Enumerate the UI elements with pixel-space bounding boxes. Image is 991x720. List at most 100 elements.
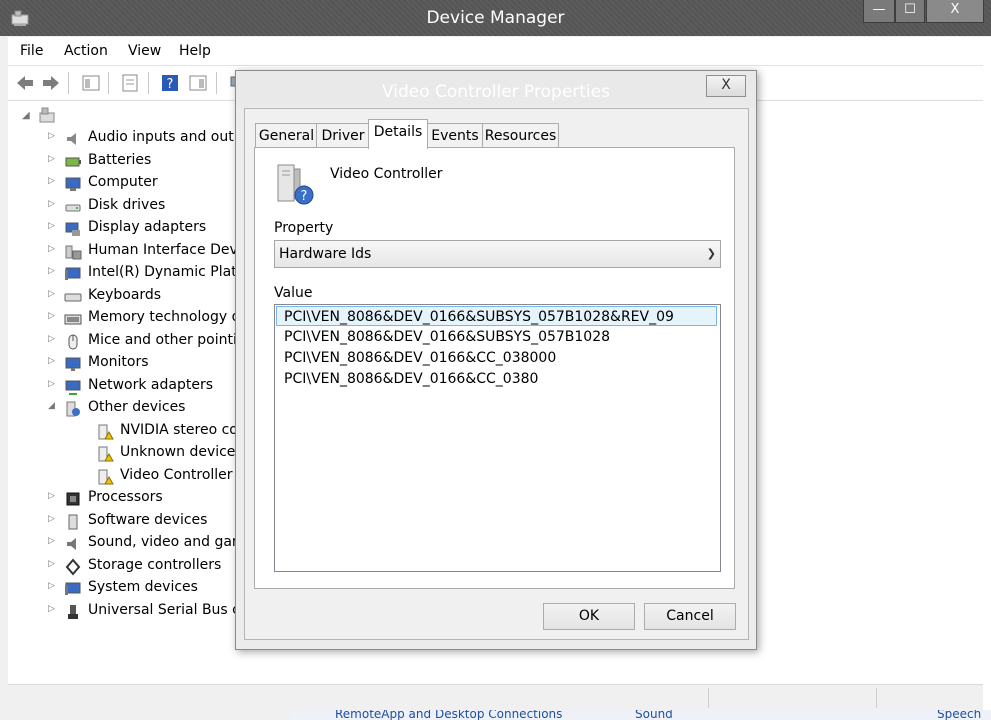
tree-item-display-adapters[interactable]: ▷ Display adapters xyxy=(48,218,249,240)
expand-icon[interactable]: ▷ xyxy=(48,311,58,321)
expand-icon[interactable]: ▷ xyxy=(48,514,58,524)
background-item[interactable]: Speech R xyxy=(937,710,991,720)
tree-item-intel-r-dynamic-platform[interactable]: ▷ Intel(R) Dynamic Platform xyxy=(48,263,249,285)
tree-item-label: Display adapters xyxy=(88,219,207,235)
usb-icon xyxy=(68,604,78,619)
cancel-button[interactable]: Cancel xyxy=(644,603,736,630)
close-button[interactable]: X xyxy=(926,0,984,23)
dialog-title-bar[interactable]: Video Controller Properties X xyxy=(236,71,756,107)
ok-button[interactable]: OK xyxy=(543,603,635,630)
dialog-title: Video Controller Properties xyxy=(382,82,610,102)
maximize-button[interactable]: ☐ xyxy=(895,0,925,23)
tree-item-system-devices[interactable]: ▷ System devices xyxy=(48,578,249,600)
expand-icon[interactable]: ▷ xyxy=(48,559,58,569)
value-row[interactable]: PCI\VEN_8086&DEV_0166&CC_038000 xyxy=(276,348,717,368)
forward-arrow-icon[interactable] xyxy=(40,72,62,94)
expand-icon[interactable]: ▷ xyxy=(48,536,58,546)
expand-icon[interactable]: ▷ xyxy=(48,266,58,276)
tree-item-nvidia-stereo-controller[interactable]: NVIDIA stereo controller xyxy=(72,421,249,443)
status-divider xyxy=(876,688,877,708)
back-arrow-icon[interactable] xyxy=(14,72,36,94)
expand-icon[interactable]: ▷ xyxy=(48,356,58,366)
value-row[interactable]: PCI\VEN_8086&DEV_0166&SUBSYS_057B1028 xyxy=(276,327,717,347)
tree-item-label: Universal Serial Bus controllers xyxy=(88,601,249,618)
expand-icon[interactable]: ▷ xyxy=(48,131,58,141)
tab-events[interactable]: Events xyxy=(426,123,484,148)
tree-item-keyboards[interactable]: ▷ Keyboards xyxy=(48,286,249,308)
expand-icon[interactable]: ▷ xyxy=(48,199,58,209)
tree-item-storage-controllers[interactable]: ▷ Storage controllers xyxy=(48,556,249,578)
tab-general[interactable]: General xyxy=(255,123,318,148)
toolbar-separator xyxy=(68,72,69,94)
tree-item-disk-drives[interactable]: ▷ Disk drives xyxy=(48,196,249,218)
value-listbox[interactable]: PCI\VEN_8086&DEV_0166&SUBSYS_057B1028&RE… xyxy=(274,304,721,572)
tab-resources[interactable]: Resources xyxy=(482,123,559,148)
tree-item-label: Memory technology devices xyxy=(88,309,249,325)
tree-item-other-devices[interactable]: ◢ Other devices xyxy=(48,398,249,420)
expand-icon[interactable]: ▷ xyxy=(48,604,58,614)
background-item[interactable]: Sound xyxy=(635,710,673,720)
expand-icon[interactable]: ▷ xyxy=(48,176,58,186)
window-title: Device Manager xyxy=(426,8,565,28)
dialog-close-button[interactable]: X xyxy=(706,75,746,97)
expand-icon[interactable]: ▷ xyxy=(48,379,58,389)
tree-item-computer[interactable]: ▷ Computer xyxy=(48,173,249,195)
tree-item-universal-serial-bus-controllers[interactable]: ▷ Universal Serial Bus controllers xyxy=(48,601,249,623)
tree-item-label: Storage controllers xyxy=(88,556,222,573)
menu-file[interactable]: File xyxy=(20,43,43,59)
tab-details[interactable]: Details xyxy=(368,119,428,149)
tree-item-processors[interactable]: ▷ Processors xyxy=(48,488,249,510)
expand-icon[interactable]: ▷ xyxy=(48,221,58,231)
menu-view[interactable]: View xyxy=(128,43,161,59)
toolbar-separator xyxy=(148,72,149,94)
help-icon[interactable]: ? xyxy=(159,72,181,94)
value-row[interactable]: PCI\VEN_8086&DEV_0166&SUBSYS_057B1028&RE… xyxy=(276,306,717,326)
tree-item-label: Video Controller xyxy=(120,466,233,483)
tree-item-label: Processors xyxy=(88,489,163,505)
show-hide-tree-icon[interactable] xyxy=(80,72,102,94)
tree-item-monitors[interactable]: ▷ Monitors xyxy=(48,353,249,375)
tree-item-audio-inputs-and-outputs[interactable]: ▷ Audio inputs and outputs xyxy=(48,128,249,150)
expand-icon[interactable]: ▷ xyxy=(48,581,58,591)
expand-icon[interactable]: ▷ xyxy=(48,491,58,501)
speaker-icon xyxy=(67,133,76,145)
tree-item-software-devices[interactable]: ▷ Software devices xyxy=(48,511,249,533)
display-adapter-icon xyxy=(65,222,80,236)
svg-text:?: ? xyxy=(167,77,174,92)
title-bar[interactable]: Device Manager — ☐ X xyxy=(0,0,991,36)
tree-item-unknown-device[interactable]: Unknown device xyxy=(72,443,249,465)
expand-icon[interactable]: ▷ xyxy=(48,244,58,254)
menu-action[interactable]: Action xyxy=(64,43,108,59)
value-row[interactable]: PCI\VEN_8086&DEV_0166&CC_0380 xyxy=(276,369,717,389)
properties-icon[interactable] xyxy=(119,72,141,94)
menu-help[interactable]: Help xyxy=(179,43,211,59)
expand-icon[interactable]: ▷ xyxy=(48,154,58,164)
tree-item-sound-video-and-game-controllers[interactable]: ▷ Sound, video and game controllers xyxy=(48,533,249,555)
warning-device-icon xyxy=(98,424,114,439)
tree-item-network-adapters[interactable]: ▷ Network adapters xyxy=(48,376,249,398)
expand-icon[interactable]: ▷ xyxy=(48,334,58,344)
computer-root-icon xyxy=(39,107,55,123)
minimize-button[interactable]: — xyxy=(863,0,895,23)
tree-item-human-interface-devices[interactable]: ▷ Human Interface Devices xyxy=(48,241,249,263)
tree-item-mice-and-other-pointing-devices[interactable]: ▷ Mice and other pointing devices xyxy=(48,331,249,353)
mouse-icon xyxy=(68,334,78,349)
property-dropdown-value: Hardware Ids xyxy=(279,246,372,262)
device-name: Video Controller xyxy=(330,166,443,182)
collapse-icon[interactable]: ◢ xyxy=(48,401,58,411)
tree-item-batteries[interactable]: ▷ Batteries xyxy=(48,151,249,173)
expand-icon[interactable]: ▷ xyxy=(48,289,58,299)
property-dropdown[interactable]: Hardware Ids ❯ xyxy=(274,240,721,268)
sound-icon xyxy=(67,538,76,550)
collapse-icon[interactable]: ◢ xyxy=(22,110,32,121)
computer-icon xyxy=(65,177,81,191)
tab-driver[interactable]: Driver xyxy=(316,123,370,148)
tree-item-memory-technology-devices[interactable]: ▷ Memory technology devices xyxy=(48,308,249,330)
background-item[interactable]: RemoteApp and Desktop Connections xyxy=(335,710,562,720)
action-view-icon[interactable] xyxy=(187,72,209,94)
tree-item-video-controller[interactable]: Video Controller xyxy=(72,466,249,488)
chevron-down-icon[interactable]: ❯ xyxy=(707,241,716,267)
tree-root[interactable]: ◢ xyxy=(22,107,62,129)
disk-drive-icon xyxy=(65,204,81,211)
system-device-icon xyxy=(65,582,81,595)
